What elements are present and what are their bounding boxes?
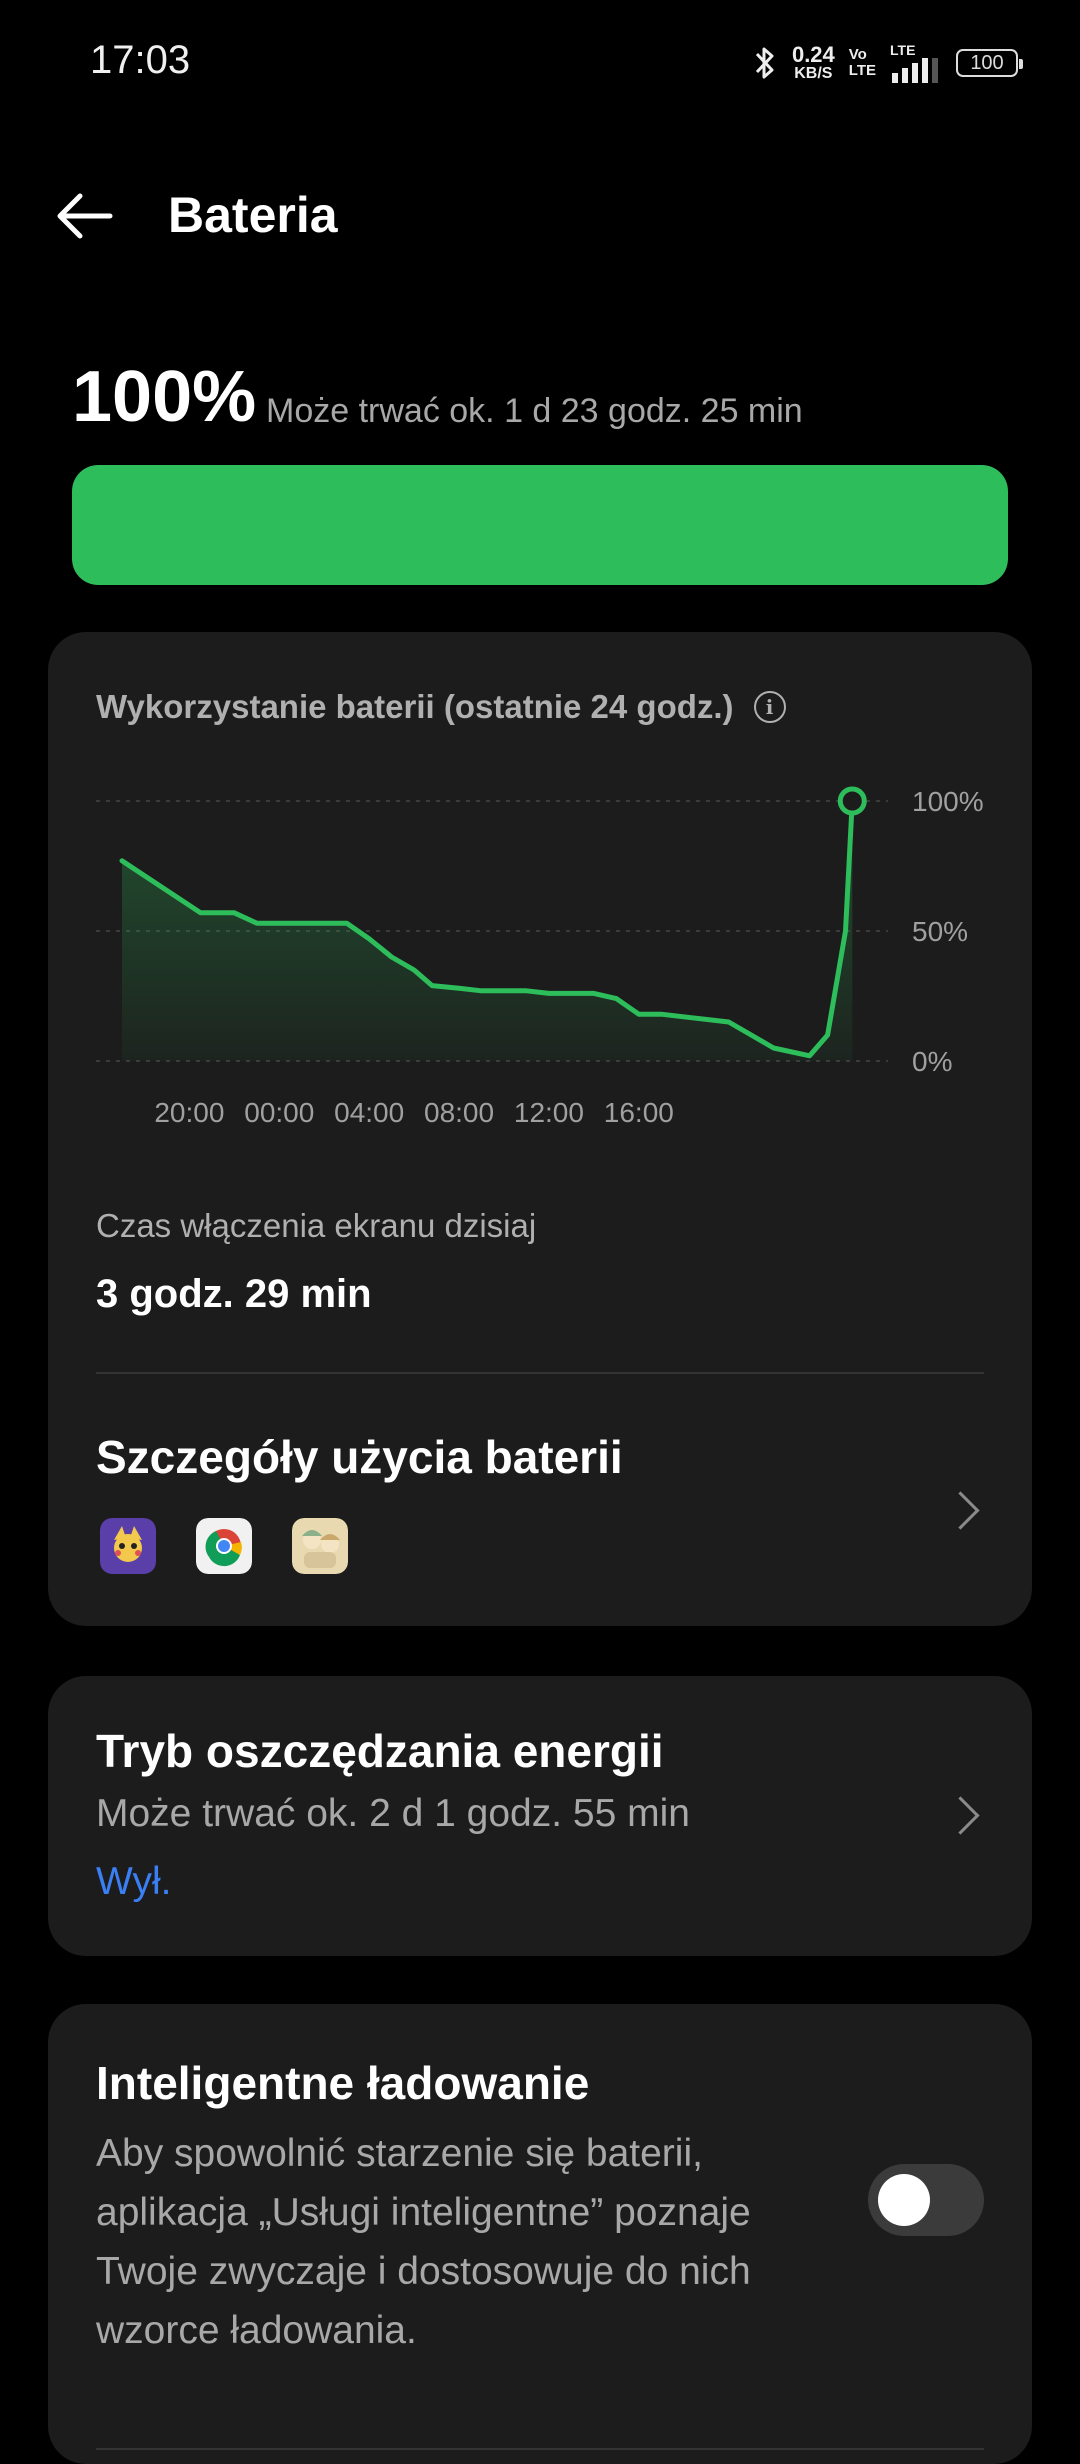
x-tick-label: 04:00 <box>334 1097 404 1128</box>
smart-charging-toggle[interactable] <box>868 2164 984 2236</box>
power-saving-estimate: Może trwać ok. 2 d 1 godz. 55 min <box>96 1792 690 1835</box>
y-tick-label: 0% <box>912 1046 952 1077</box>
screen-time-value: 3 godz. 29 min <box>96 1272 372 1316</box>
power-saving-title: Tryb oszczędzania energii <box>96 1725 664 1777</box>
battery-estimate: Może trwać ok. 1 d 23 godz. 25 min <box>266 392 803 430</box>
battery-level-bar <box>72 465 1008 585</box>
volte-indicator: Vo LTE <box>848 46 876 79</box>
usage-title: Wykorzystanie baterii (ostatnie 24 godz.… <box>96 688 786 726</box>
smart-charging-card: Inteligentne ładowanie Aby spowolnić sta… <box>48 2004 1032 2464</box>
current-level-point <box>837 786 867 816</box>
pokemon-app-icon <box>100 1518 156 1574</box>
x-tick-label: 08:00 <box>424 1097 494 1128</box>
smart-charging-title: Inteligentne ładowanie <box>96 2057 590 2109</box>
divider <box>96 2448 984 2450</box>
smart-charging-description: Aby spowolnić starzenie się baterii, apl… <box>96 2132 751 2352</box>
battery-usage-chart: 100% 50% 0% 20:00 00:00 04:00 08:00 12:00 16:00 <box>96 786 984 1128</box>
x-tick-label: 16:00 <box>604 1097 674 1128</box>
battery-usage-card: Wykorzystanie baterii (ostatnie 24 godz.… <box>48 632 1032 1626</box>
bluetooth-icon <box>755 47 774 79</box>
battery-level-fill <box>72 465 1008 585</box>
screen-time-label: Czas włączenia ekranu dzisiaj <box>96 1207 537 1244</box>
chevron-right-icon <box>941 1796 980 1835</box>
usage-details-row[interactable]: Szczegóły użycia baterii <box>48 1392 1032 1626</box>
toggle-knob <box>878 2174 930 2226</box>
game-app-icon <box>292 1518 348 1574</box>
network-speed: 0.24 KB/S <box>791 42 835 82</box>
usage-details-title: Szczegóły użycia baterii <box>96 1431 623 1483</box>
app-icons <box>100 1518 348 1574</box>
chrome-icon <box>196 1518 252 1574</box>
x-tick-label: 12:00 <box>514 1097 584 1128</box>
battery-percent: 100% <box>72 357 257 437</box>
chevron-right-icon <box>941 1491 980 1530</box>
power-saving-card[interactable]: Tryb oszczędzania energii Może trwać ok.… <box>48 1676 1032 1956</box>
y-tick-label: 100% <box>912 786 984 817</box>
info-icon[interactable]: i <box>753 691 786 723</box>
battery-icon: 100 <box>956 49 1023 77</box>
status-icons: 0.24 KB/S Vo LTE LTE 100 <box>752 40 1023 86</box>
x-tick-label: 00:00 <box>244 1097 314 1128</box>
back-arrow-icon[interactable] <box>52 188 116 244</box>
page-title: Bateria <box>168 187 338 243</box>
power-saving-state: Wył. <box>96 1860 172 1903</box>
divider <box>96 1372 984 1374</box>
status-time: 17:03 <box>90 38 191 82</box>
x-tick-label: 20:00 <box>154 1097 224 1128</box>
y-tick-label: 50% <box>912 916 968 947</box>
signal-icon: LTE <box>890 43 942 83</box>
